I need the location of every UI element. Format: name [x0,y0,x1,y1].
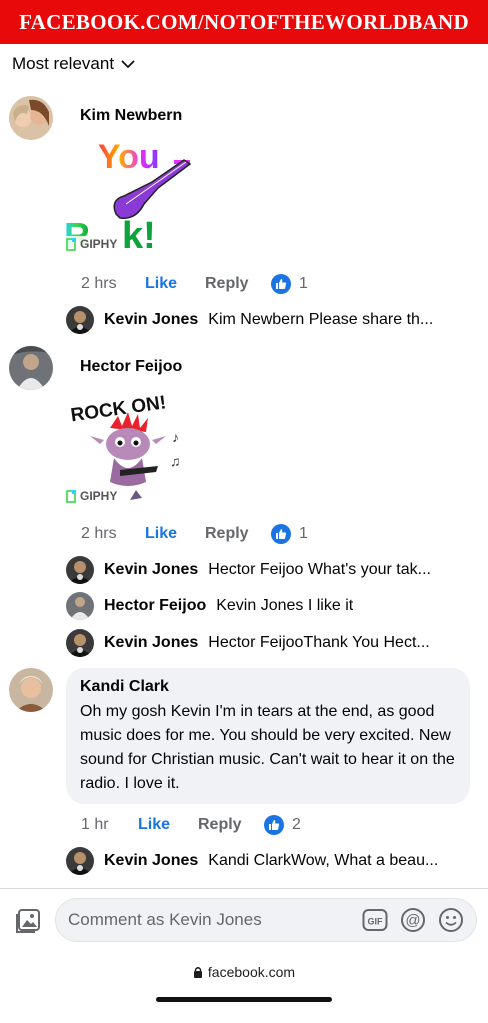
gif-rock-on[interactable]: ROCK ON! ♪ ♫ GIPHY [64,386,214,504]
avatar[interactable] [66,592,94,620]
gif-icon-label: GIF [368,917,384,927]
emoji-icon[interactable] [438,907,464,933]
reaction-summary[interactable]: 2 [264,815,301,835]
comment-input[interactable]: Comment as Kevin Jones GIF @ [55,898,477,942]
giphy-icon [66,237,76,251]
reply-text: Kim Newbern Please share th... [208,311,434,328]
thumbs-up-icon [271,274,291,294]
gif-icon[interactable]: GIF [362,907,388,933]
reply-author[interactable]: Kevin Jones [104,311,198,329]
reply-item[interactable]: Kevin Jones Hector Feijoo What's your ta… [66,555,482,585]
sort-dropdown[interactable]: Most relevant [12,54,136,74]
avatar[interactable] [9,668,53,712]
comment-actions: 2 hrs Like Reply 1 [81,524,308,544]
svg-text:♪: ♪ [172,429,179,445]
comment-placeholder: Comment as Kevin Jones [68,910,262,929]
comment-text: Oh my gosh Kevin I'm in tears at the end… [80,703,455,792]
comment-time[interactable]: 2 hrs [81,275,145,293]
avatar[interactable] [66,629,94,657]
comment-time[interactable]: 1 hr [81,816,138,834]
reply-item[interactable]: Kevin Jones Kandi ClarkWow, What a beau.… [66,846,482,876]
avatar[interactable] [66,306,94,334]
svg-text:You: You [98,138,160,176]
reply-text: Kevin Jones I like it [216,597,354,614]
browser-url-bar[interactable]: facebook.com [0,964,488,980]
like-button[interactable]: Like [138,816,198,834]
thumbs-up-icon [264,815,284,835]
reaction-summary[interactable]: 1 [271,524,308,544]
divider [0,888,488,889]
reaction-summary[interactable]: 1 [271,274,308,294]
reply-author[interactable]: Kevin Jones [104,852,198,870]
avatar[interactable] [66,847,94,875]
reaction-count: 1 [299,525,308,542]
giphy-attribution: GIPHY [64,488,120,504]
avatar[interactable] [9,96,53,140]
thumbs-up-icon [271,524,291,544]
giphy-attribution: GIPHY [64,236,120,252]
lock-icon [193,967,202,978]
like-button[interactable]: Like [145,275,205,293]
comment-bubble[interactable]: Kandi Clark Oh my gosh Kevin I'm in tear… [66,668,470,804]
giphy-label: GIPHY [80,237,118,251]
reply-button[interactable]: Reply [198,816,264,834]
svg-text:♫: ♫ [170,453,181,469]
comment-author[interactable]: Kandi Clark [80,678,456,696]
reply-item[interactable]: Hector Feijoo Kevin Jones I like it [66,591,482,621]
banner: FACEBOOK.COM/NOTOFTHEWORLDBAND [0,0,488,44]
reply-author[interactable]: Kevin Jones [104,634,198,652]
reply-item[interactable]: Kevin Jones Hector FeijooThank You Hect.… [66,628,482,658]
photo-icon[interactable] [14,907,42,935]
reply-author[interactable]: Kevin Jones [104,561,198,579]
avatar[interactable] [9,346,53,390]
reply-text: Hector Feijoo What's your tak... [208,561,431,578]
comment-actions: 1 hr Like Reply 2 [81,815,301,835]
svg-text:@: @ [405,912,420,929]
chevron-down-icon [121,60,135,69]
reply-text: Kandi ClarkWow, What a beau... [208,852,439,869]
like-button[interactable]: Like [145,525,205,543]
home-indicator[interactable] [156,997,332,1002]
reaction-count: 2 [292,816,301,833]
comment-author[interactable]: Hector Feijoo [80,358,182,376]
comment-actions: 2 hrs Like Reply 1 [81,274,308,294]
reply-button[interactable]: Reply [205,525,271,543]
url-text: facebook.com [207,964,296,980]
avatar[interactable] [66,556,94,584]
giphy-icon [66,489,76,503]
mention-icon[interactable]: @ [400,907,426,933]
reaction-count: 1 [299,275,308,292]
sort-label: Most relevant [12,54,115,73]
svg-text:k!: k! [122,215,156,252]
comment-time[interactable]: 2 hrs [81,525,145,543]
comment-author[interactable]: Kim Newbern [80,107,182,125]
reply-item[interactable]: Kevin Jones Kim Newbern Please share th.… [66,305,482,335]
gif-you-rock[interactable]: You R k! GIPHY [64,134,214,257]
giphy-label: GIPHY [80,489,118,503]
reply-author[interactable]: Hector Feijoo [104,597,206,615]
reply-text: Hector FeijooThank You Hect... [208,634,430,651]
reply-button[interactable]: Reply [205,275,271,293]
